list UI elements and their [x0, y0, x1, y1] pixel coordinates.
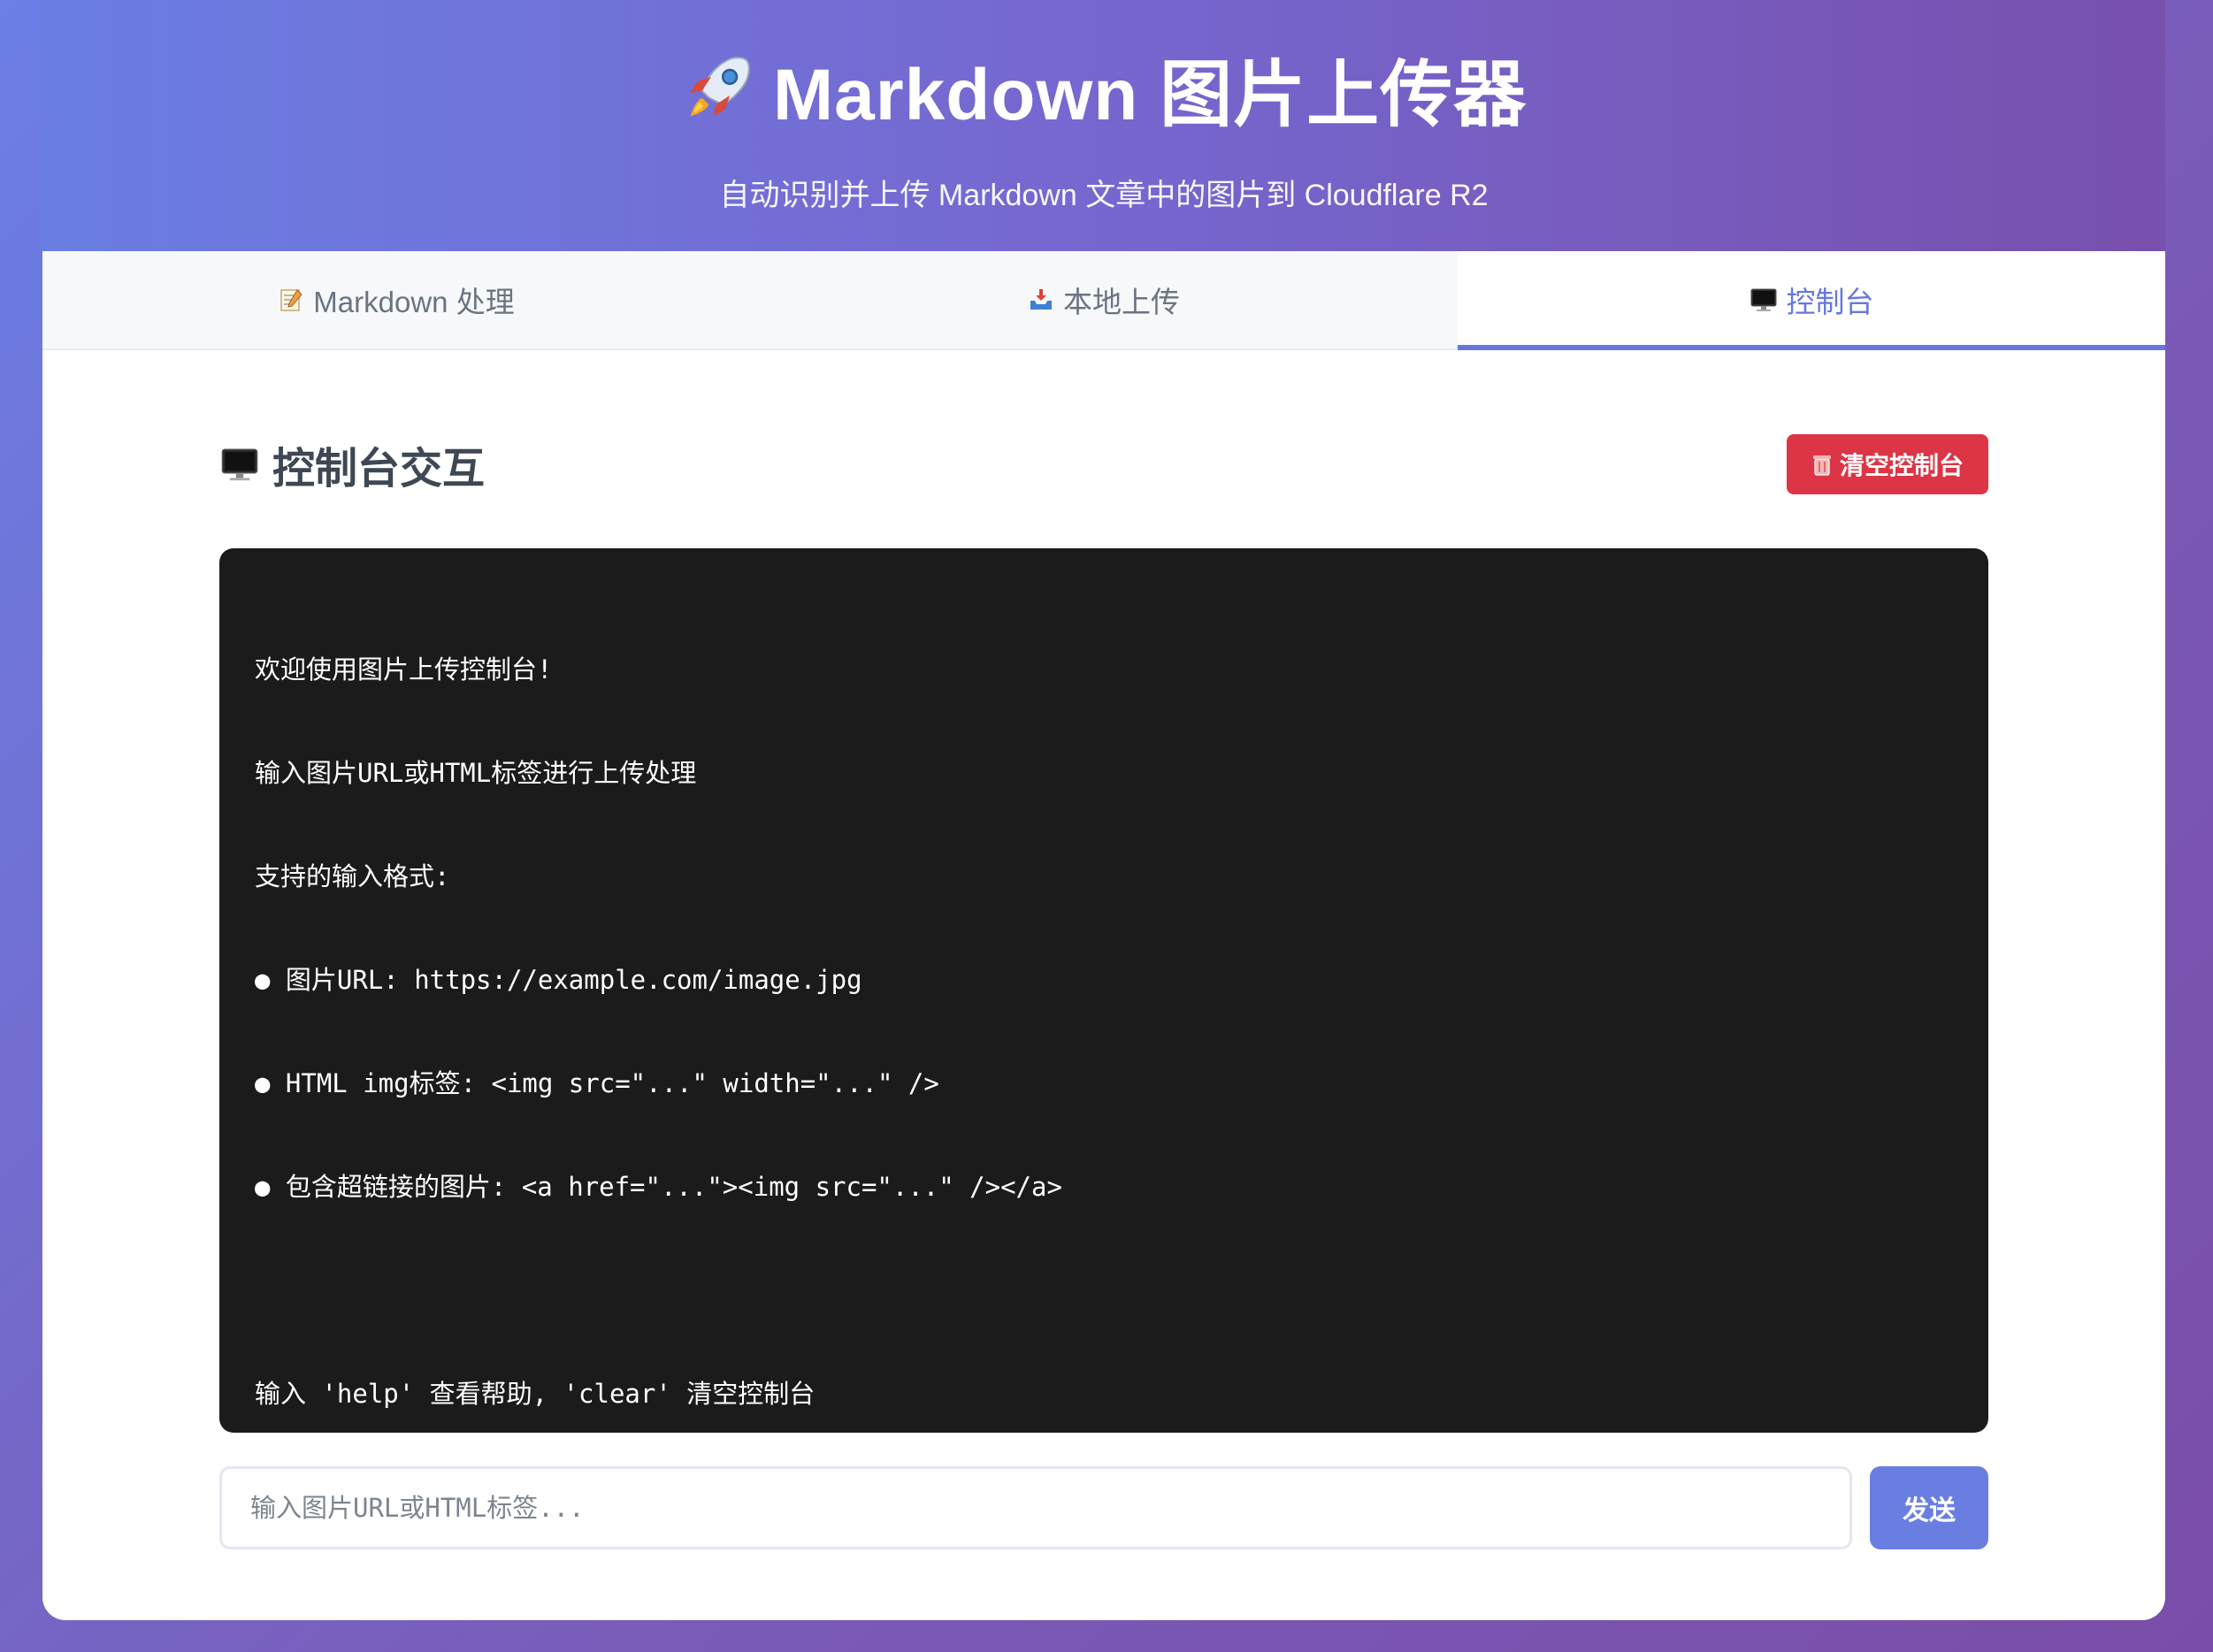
- tab-markdown[interactable]: Markdown 处理: [42, 251, 750, 348]
- tab-local-upload[interactable]: 本地上传: [750, 251, 1458, 348]
- clear-console-button[interactable]: 清空控制台: [1787, 434, 1988, 494]
- console-section-title: 控制台交互: [219, 433, 485, 495]
- inbox-tray-icon: [1030, 289, 1052, 310]
- tab-bar: Markdown 处理 本地上传 控制台: [42, 251, 2165, 350]
- console-line: ● 图片URL: https://example.com/image.jpg: [255, 965, 862, 995]
- console-line: 欢迎使用图片上传控制台!: [255, 654, 553, 685]
- console-line: ● 包含超链接的图片: <a href="..."><img src="..."…: [255, 1172, 1062, 1202]
- send-button[interactable]: 发送: [1870, 1466, 1988, 1549]
- console-output: 欢迎使用图片上传控制台! 输入图片URL或HTML标签进行上传处理 支持的输入格…: [219, 548, 1988, 1433]
- desktop-computer-icon: [1750, 288, 1776, 311]
- console-input-row: 发送: [219, 1466, 1988, 1549]
- console-line: 输入 'help' 查看帮助, 'clear' 清空控制台: [255, 1379, 816, 1409]
- tab-console[interactable]: 控制台: [1458, 251, 2165, 350]
- console-section-header: 控制台交互 清空控制台: [219, 424, 1988, 504]
- app-header: Markdown 图片上传器 自动识别并上传 Markdown 文章中的图片到 …: [42, 0, 2165, 251]
- console-line: 输入图片URL或HTML标签进行上传处理: [255, 758, 697, 788]
- tab-markdown-label: Markdown 处理: [313, 286, 515, 318]
- console-line: ● HTML img标签: <img src="..." width="..."…: [255, 1068, 939, 1098]
- memo-icon: [280, 289, 302, 311]
- console-command-input[interactable]: [219, 1466, 1852, 1549]
- app-title-row: Markdown 图片上传器: [42, 0, 2165, 141]
- desktop-computer-icon: [221, 448, 258, 481]
- rocket-icon: [690, 56, 750, 116]
- clear-console-label: 清空控制台: [1839, 452, 1964, 479]
- tab-console-label: 控制台: [1786, 286, 1874, 318]
- tab-local-upload-label: 本地上传: [1063, 286, 1180, 318]
- app-card: Markdown 图片上传器 自动识别并上传 Markdown 文章中的图片到 …: [42, 0, 2165, 1620]
- app-title: Markdown 图片上传器: [772, 55, 1528, 135]
- console-section-title-text: 控制台交互: [272, 446, 486, 493]
- trash-icon: [1812, 455, 1831, 476]
- console-line: 支持的输入格式:: [255, 861, 450, 891]
- app-subtitle: 自动识别并上传 Markdown 文章中的图片到 Cloudflare R2: [719, 179, 1489, 212]
